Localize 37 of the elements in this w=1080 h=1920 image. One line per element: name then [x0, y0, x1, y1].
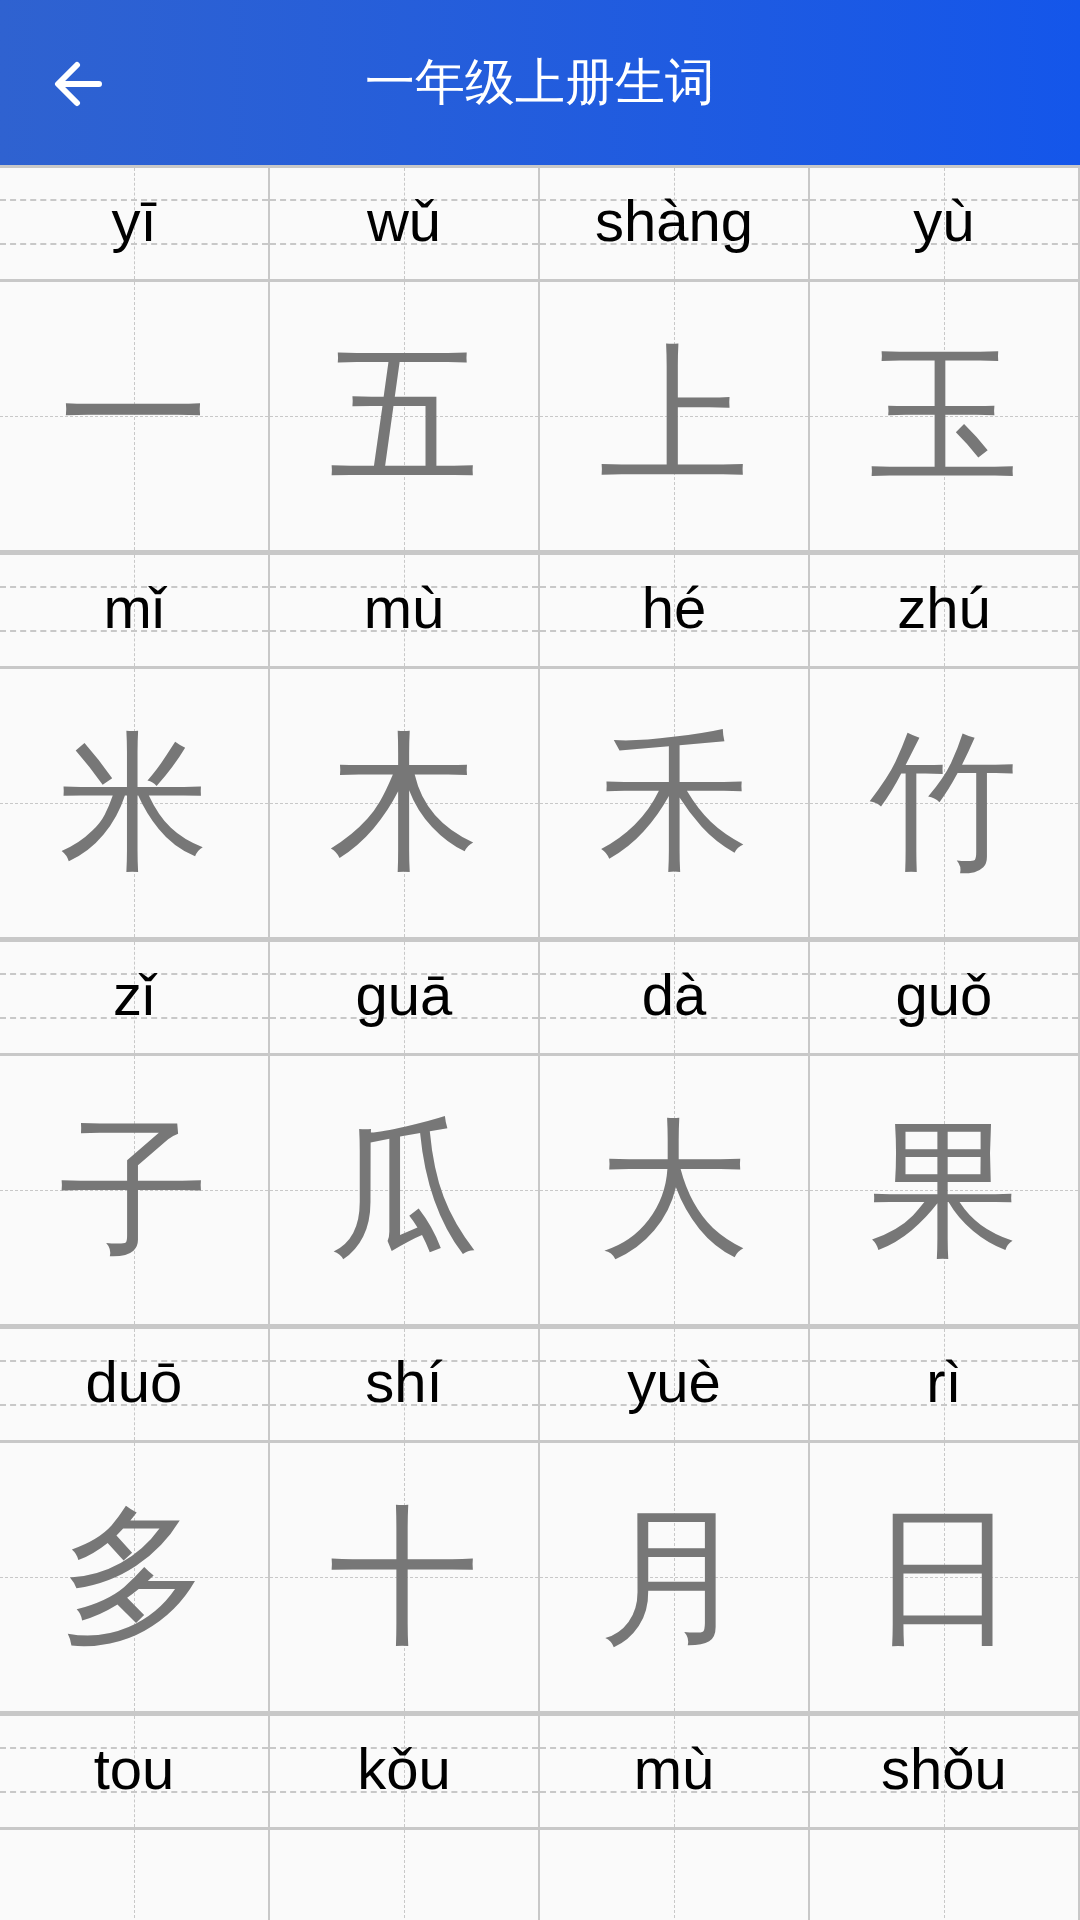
pinyin-text: mǐ: [103, 578, 165, 642]
pinyin-text: guǒ: [895, 965, 993, 1029]
pinyin-text: shí: [365, 1352, 443, 1416]
pinyin-text: mù: [633, 1739, 715, 1803]
chinese-character: 子: [59, 1115, 209, 1265]
pinyin-text: kǒu: [357, 1739, 451, 1803]
pinyin-text: shàng: [595, 191, 753, 255]
chinese-character: 果: [869, 1115, 1019, 1265]
chinese-character: 十: [329, 1502, 479, 1652]
pinyin-text: mù: [363, 578, 445, 642]
chinese-character: 多: [59, 1502, 209, 1652]
pinyin-text: yī: [111, 191, 157, 255]
pinyin-text: dà: [641, 965, 707, 1029]
chinese-character: 五: [329, 341, 479, 491]
chinese-character: 木: [329, 728, 479, 878]
pinyin-text: duō: [85, 1352, 183, 1416]
chinese-character: 一: [59, 341, 209, 491]
chinese-character: 玉: [869, 341, 1019, 491]
pinyin-text: guā: [355, 965, 453, 1029]
pinyin-text: hé: [641, 578, 707, 642]
pinyin-text: yù: [913, 191, 975, 255]
chinese-character: 大: [599, 1115, 749, 1265]
page-title: 一年级上册生词: [365, 53, 715, 112]
pinyin-text: tou: [93, 1739, 175, 1803]
chinese-character: 米: [59, 728, 209, 878]
chinese-character: 上: [599, 341, 749, 491]
pinyin-text: yuè: [627, 1352, 721, 1416]
chinese-character: 月: [599, 1502, 749, 1652]
pinyin-text: shǒu: [881, 1739, 1007, 1803]
pinyin-text: rì: [926, 1352, 962, 1416]
pinyin-text: zhú: [897, 578, 991, 642]
chinese-character: 竹: [869, 728, 1019, 878]
back-arrow-icon: [53, 61, 103, 107]
chinese-character: 瓜: [329, 1115, 479, 1265]
pinyin-text: wǔ: [366, 191, 442, 255]
chinese-character: 禾: [599, 728, 749, 878]
chinese-character: 日: [869, 1502, 1019, 1652]
